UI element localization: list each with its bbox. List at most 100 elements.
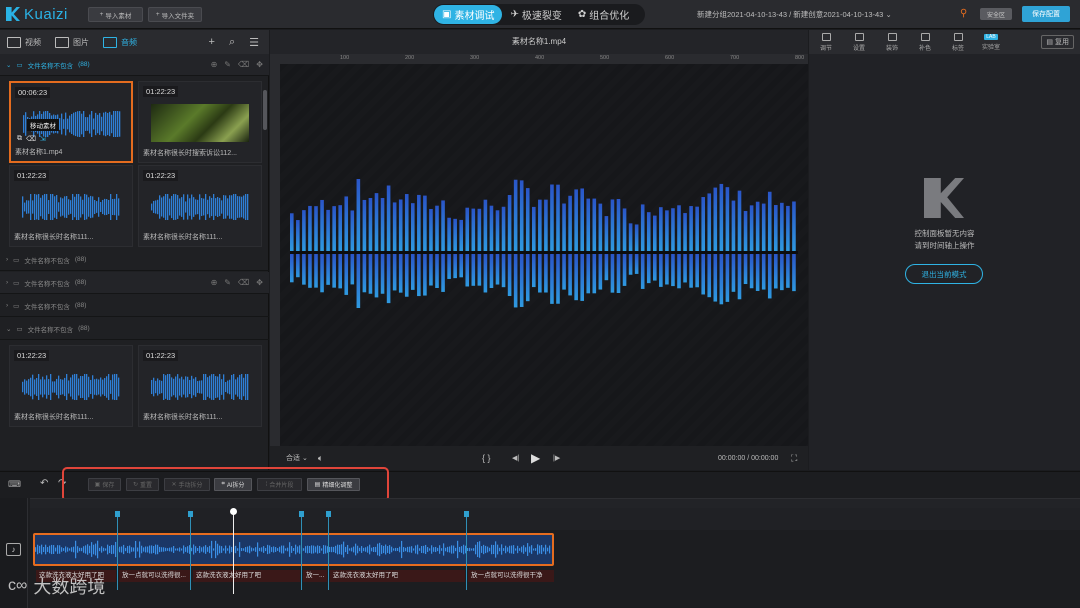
prev-frame-icon[interactable]: ◀︎| bbox=[512, 454, 519, 462]
pin-icon[interactable]: ⚲ bbox=[960, 8, 967, 19]
material-card[interactable]: 00:06:23 移动素材 ⧉ ⌫ ⇲ 素材名称1.mp4 bbox=[9, 81, 133, 163]
exit-mode-button[interactable]: 退出当前模式 bbox=[905, 264, 983, 284]
merge-clips-button[interactable]: ⁞ 合并片段 bbox=[257, 478, 302, 491]
edit-icon[interactable]: ✎ bbox=[224, 278, 231, 287]
tool-lab[interactable]: LAB 实验室 bbox=[978, 33, 1004, 51]
material-card[interactable]: 01:22:23 素材名称很长时搜索诉讼112... bbox=[138, 81, 262, 163]
folder-row[interactable]: › ▭ 文件名称不包含 (88) bbox=[0, 295, 269, 317]
tool-decorate[interactable]: 装饰 bbox=[879, 32, 905, 52]
marker-line bbox=[301, 517, 302, 590]
manual-split-button[interactable]: ✕ 手动拆分 bbox=[164, 478, 210, 491]
delete-icon[interactable]: ⌫ bbox=[238, 278, 249, 287]
playhead-handle[interactable] bbox=[230, 508, 237, 515]
mode-tab-fission[interactable]: ✈ 极速裂变 bbox=[502, 5, 569, 24]
material-card[interactable]: 01:22:23 素材名称很长时名称111... bbox=[138, 165, 262, 247]
delete-icon[interactable]: ⌫ bbox=[238, 60, 249, 69]
rocket-icon: ✈ bbox=[510, 9, 519, 20]
breadcrumb[interactable]: 新建分组2021-04-10-13-43 / 新建创意2021-04-10-13… bbox=[697, 9, 892, 20]
scrollbar[interactable] bbox=[263, 90, 267, 130]
subtitle-clip[interactable]: 这款洗衣液太好用了吧 bbox=[330, 570, 465, 582]
move-icon[interactable]: ✥ bbox=[256, 60, 263, 69]
save-button[interactable]: ▣ 保存 bbox=[88, 478, 121, 491]
save-config-button[interactable]: 保存配置 bbox=[1022, 6, 1070, 22]
import-folder-button[interactable]: + 导入文件夹 bbox=[148, 7, 202, 22]
subtitle-clip[interactable]: 这款洗衣液太好用了吧 bbox=[193, 570, 300, 582]
folder-row[interactable]: › ▭ 文件名称不包含 (88) bbox=[0, 249, 269, 271]
reuse-label: 复用 bbox=[1055, 39, 1069, 46]
reset-button[interactable]: ↻ 重置 bbox=[126, 478, 159, 491]
tool-adjust[interactable]: 调节 bbox=[813, 32, 839, 52]
delete-icon[interactable]: ⌫ bbox=[26, 135, 36, 143]
code-brackets-icon[interactable]: { } bbox=[482, 453, 491, 463]
kuaizi-logo-icon bbox=[6, 7, 20, 21]
folder-icon: ▭ bbox=[16, 61, 23, 69]
mode-tab-combine[interactable]: ✿ 组合优化 bbox=[570, 5, 637, 24]
subtitle-clip[interactable]: 放一点就可以洗得很... bbox=[119, 570, 190, 582]
audio-waveform-preview bbox=[290, 179, 798, 308]
card-duration: 01:22:23 bbox=[14, 170, 50, 181]
next-frame-icon[interactable]: |▶︎ bbox=[553, 454, 560, 462]
subtitle-clip[interactable]: 放一... bbox=[303, 570, 327, 582]
folder-count: (88) bbox=[78, 325, 90, 332]
card-duration: 01:22:23 bbox=[143, 350, 179, 361]
ruler-tick-label: 700 bbox=[730, 55, 740, 61]
copy-icon[interactable]: ⧉ bbox=[17, 135, 22, 143]
folder-count: (88) bbox=[74, 256, 87, 263]
folder-row[interactable]: ⌄ ▭ 文件名称不包含 (88) bbox=[0, 318, 269, 340]
tool-color[interactable]: 补色 bbox=[912, 32, 938, 52]
list-icon[interactable]: ☰ bbox=[249, 36, 259, 49]
import-material-button[interactable]: + 导入素材 bbox=[88, 7, 143, 22]
fit-select[interactable]: 合适 ⌄ bbox=[286, 453, 308, 463]
ruler-tick-label: 400 bbox=[535, 55, 545, 61]
tool-settings[interactable]: 设置 bbox=[846, 32, 872, 52]
tool-label: 补色 bbox=[918, 45, 931, 52]
move-out-icon[interactable]: ⇲ bbox=[40, 135, 46, 143]
folder-count: (88) bbox=[74, 279, 87, 286]
tab-label: 图片 bbox=[73, 37, 89, 47]
import-folder-label: 导入文件夹 bbox=[161, 12, 195, 20]
ruler-tick-label: 300 bbox=[470, 55, 480, 61]
timeline-panel: ⌨ ↶ ↷ ▣ 保存 ↻ 重置 ✕ 手动拆分 ⌗ AI拆分 ⁞ 合并片段 ▤ 精细化调整 ♪… bbox=[0, 467, 1080, 608]
timeline-ruler[interactable] bbox=[30, 498, 1080, 508]
chevron-down-icon: ⌄ bbox=[885, 10, 892, 19]
tooltip-text: 移动素材 bbox=[30, 123, 56, 130]
fine-tune-button[interactable]: ▤ 精细化调整 bbox=[307, 478, 360, 491]
app-logo: Kuaizi bbox=[6, 4, 68, 24]
material-card[interactable]: 01:22:23 素材名称很长时名称111... bbox=[9, 165, 133, 247]
add-circle-icon[interactable]: ⊕ bbox=[211, 278, 218, 287]
folder-row[interactable]: › ▭ 文件名称不包含 (88) ⊕ ✎ ⌫ ✥ bbox=[0, 272, 269, 294]
move-icon[interactable]: ✥ bbox=[256, 278, 263, 287]
tool-tag[interactable]: 标签 bbox=[945, 32, 971, 52]
playhead[interactable] bbox=[233, 510, 234, 594]
tab-audio[interactable]: 音频 bbox=[96, 30, 144, 54]
time-display: 00:00:00 / 00:00:00 bbox=[718, 454, 779, 462]
undo-icon[interactable]: ↶ bbox=[40, 478, 48, 489]
preview-canvas[interactable] bbox=[280, 64, 808, 446]
fullscreen-icon[interactable]: ⛶ bbox=[791, 453, 797, 464]
tab-image[interactable]: 图片 bbox=[48, 30, 96, 54]
button-label: 合并片段 bbox=[269, 483, 294, 489]
add-icon[interactable]: + bbox=[209, 36, 215, 49]
subtitle-clip[interactable]: 放一点就可以洗得很干净 bbox=[468, 570, 554, 582]
ruler-tick-label: 200 bbox=[405, 55, 415, 61]
tooltip: 移动素材 bbox=[27, 119, 59, 131]
folder-name: 文件名称不包含 bbox=[27, 62, 74, 70]
volume-icon[interactable]: 🔈︎ bbox=[318, 453, 323, 464]
material-card[interactable]: 01:22:23 素材名称很长时名称111... bbox=[138, 345, 262, 427]
play-icon[interactable]: ▶︎ bbox=[531, 451, 540, 465]
folder-icon: ▭ bbox=[13, 302, 20, 310]
safe-zone-toggle[interactable]: 安全区 bbox=[980, 8, 1012, 20]
ai-split-button[interactable]: ⌗ AI拆分 bbox=[214, 478, 252, 491]
search-icon[interactable]: ⌕ bbox=[229, 36, 235, 49]
audio-clip[interactable] bbox=[33, 533, 554, 566]
keyboard-icon[interactable]: ⌨ bbox=[8, 479, 21, 490]
image-thumbnail bbox=[151, 104, 249, 142]
reuse-button[interactable]: ▤ 复用 bbox=[1041, 35, 1074, 49]
empty-state-line1: 控制面板暂无内容 bbox=[809, 228, 1080, 239]
tab-video[interactable]: 视频 bbox=[0, 30, 48, 54]
mode-tab-debug[interactable]: ▣ 素材调试 bbox=[434, 5, 503, 24]
edit-icon[interactable]: ✎ bbox=[224, 60, 231, 69]
material-card[interactable]: 01:22:23 素材名称很长时名称111... bbox=[9, 345, 133, 427]
folder-row[interactable]: ⌄ ▭ 文件名称不包含 (88) ⊕ ✎ ⌫ ✥ bbox=[0, 54, 269, 76]
add-circle-icon[interactable]: ⊕ bbox=[211, 60, 218, 69]
